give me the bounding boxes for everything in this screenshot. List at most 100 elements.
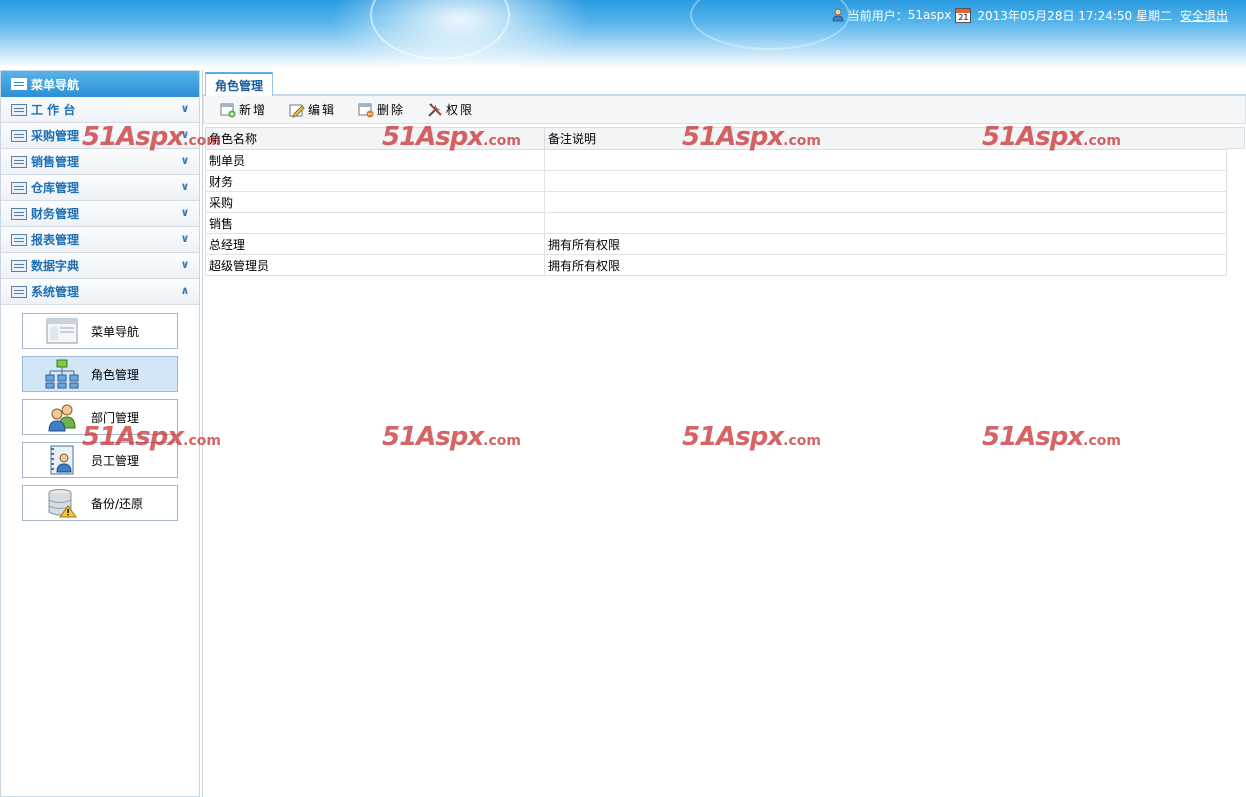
role-name-cell: 超级管理员 bbox=[205, 254, 545, 276]
role-name-cell: 销售 bbox=[205, 212, 545, 234]
add-button[interactable]: 新增 bbox=[220, 101, 267, 118]
banner-swirl bbox=[690, 0, 850, 50]
sidebar-item-label: 菜单导航 bbox=[91, 324, 140, 339]
header-banner: 当前用户： 51aspx 21 2013年05月28日 17:24:50 星期二… bbox=[0, 0, 1246, 68]
role-name-cell: 财务 bbox=[205, 170, 545, 192]
table-row[interactable]: 制单员 bbox=[205, 149, 1227, 171]
sidebar-item-employee-management[interactable]: 员工管理 bbox=[22, 442, 178, 478]
remark-cell: 拥有所有权限 bbox=[544, 233, 1227, 255]
sidebar-menu: 菜单导航 工 作 台 ∨ 采购管理 ∨ 销售管理 ∨ 仓库管理 ∨ 财务管理 ∨… bbox=[0, 70, 200, 797]
sidebar-group-label: 采购管理 bbox=[31, 129, 80, 143]
sidebar-group-warehouse[interactable]: 仓库管理 ∨ bbox=[1, 175, 199, 201]
table-row[interactable]: 财务 bbox=[205, 170, 1227, 192]
tools-icon bbox=[428, 102, 442, 117]
sidebar-group-label: 销售管理 bbox=[31, 155, 80, 169]
permission-button[interactable]: 权限 bbox=[427, 101, 474, 118]
sidebar-group-reports[interactable]: 报表管理 ∨ bbox=[1, 227, 199, 253]
table-row[interactable]: 销售 bbox=[205, 212, 1227, 234]
sidebar-title-label: 菜单导航 bbox=[31, 77, 80, 92]
sidebar-group-sales[interactable]: 销售管理 ∨ bbox=[1, 149, 199, 175]
role-table: 角色名称 备注说明 制单员 财务 采购 销售 总经理 拥有所有权限 超级管理员 … bbox=[205, 127, 1227, 276]
sidebar-group-label: 财务管理 bbox=[31, 207, 80, 221]
sidebar-group-workbench[interactable]: 工 作 台 ∨ bbox=[1, 97, 199, 123]
sidebar-group-label: 系统管理 bbox=[31, 285, 80, 299]
menu-list-icon bbox=[11, 207, 27, 220]
edit-button[interactable]: 编辑 bbox=[289, 101, 336, 118]
role-table-container: 角色名称 备注说明 制单员 财务 采购 销售 总经理 拥有所有权限 超级管理员 … bbox=[205, 127, 1245, 276]
window-icon bbox=[46, 318, 78, 344]
add-icon bbox=[220, 103, 236, 117]
delete-icon bbox=[358, 103, 374, 117]
chevron-double-down-icon: ∨ bbox=[180, 232, 190, 245]
chevron-double-down-icon: ∨ bbox=[180, 102, 190, 115]
sidebar-item-label: 部门管理 bbox=[91, 410, 140, 425]
menu-list-icon bbox=[11, 103, 27, 116]
menu-list-icon bbox=[11, 181, 27, 194]
remark-cell bbox=[544, 191, 1227, 213]
chevron-double-down-icon: ∨ bbox=[180, 128, 190, 141]
table-row[interactable]: 采购 bbox=[205, 191, 1227, 213]
chevron-double-down-icon: ∨ bbox=[180, 206, 190, 219]
chevron-double-down-icon: ∨ bbox=[180, 154, 190, 167]
user-icon bbox=[832, 8, 844, 22]
current-user-label: 当前用户： bbox=[847, 8, 908, 23]
org-chart-icon bbox=[45, 359, 79, 389]
sidebar-item-label: 角色管理 bbox=[91, 367, 140, 382]
menu-list-icon bbox=[11, 78, 27, 90]
tab-bar: 角色管理 bbox=[203, 70, 1246, 96]
remark-cell bbox=[544, 212, 1227, 234]
table-row[interactable]: 超级管理员 拥有所有权限 bbox=[205, 254, 1227, 276]
sidebar-group-finance[interactable]: 财务管理 ∨ bbox=[1, 201, 199, 227]
sidebar-group-label: 仓库管理 bbox=[31, 181, 80, 195]
column-header-remark[interactable]: 备注说明 bbox=[544, 127, 1227, 150]
menu-list-icon bbox=[11, 233, 27, 246]
sidebar-item-menu-nav[interactable]: 菜单导航 bbox=[22, 313, 178, 349]
column-header-role-name[interactable]: 角色名称 bbox=[205, 127, 545, 150]
chevron-double-down-icon: ∨ bbox=[180, 180, 190, 193]
sidebar-group-dictionary[interactable]: 数据字典 ∨ bbox=[1, 253, 199, 279]
role-name-cell: 制单员 bbox=[205, 149, 545, 171]
sidebar-item-department-management[interactable]: 部门管理 bbox=[22, 399, 178, 435]
calendar-icon: 21 bbox=[955, 7, 972, 23]
chevron-double-down-icon: ∨ bbox=[180, 258, 190, 271]
tab-role-management[interactable]: 角色管理 bbox=[205, 72, 273, 96]
remark-cell: 拥有所有权限 bbox=[544, 254, 1227, 276]
sidebar-group-system[interactable]: 系统管理 ∧ bbox=[1, 279, 199, 305]
table-header-scroll-cap bbox=[1226, 127, 1245, 149]
chevron-double-up-icon: ∧ bbox=[180, 284, 190, 297]
system-submenu: 菜单导航 角色管理 部门管理 员工管理 备份/还原 bbox=[1, 305, 199, 521]
edit-icon bbox=[289, 104, 305, 118]
sidebar-group-label: 报表管理 bbox=[31, 233, 80, 247]
database-warning-icon bbox=[48, 489, 77, 518]
sidebar-item-role-management[interactable]: 角色管理 bbox=[22, 356, 178, 392]
role-name-cell: 采购 bbox=[205, 191, 545, 213]
sidebar-group-label: 数据字典 bbox=[31, 259, 80, 273]
users-icon bbox=[48, 404, 76, 432]
menu-list-icon bbox=[11, 259, 27, 272]
current-username: 51aspx bbox=[907, 8, 952, 22]
menu-list-icon bbox=[11, 285, 27, 298]
toolbar: 新增 编辑 删除 权限 bbox=[203, 96, 1246, 124]
remark-cell bbox=[544, 149, 1227, 171]
edit-button-label: 编辑 bbox=[308, 103, 337, 117]
role-name-cell: 总经理 bbox=[205, 233, 545, 255]
delete-button[interactable]: 删除 bbox=[358, 101, 405, 118]
user-status-bar: 当前用户： 51aspx 21 2013年05月28日 17:24:50 星期二… bbox=[832, 7, 1228, 23]
sidebar-item-label: 备份/还原 bbox=[91, 496, 144, 511]
permission-button-label: 权限 bbox=[446, 103, 475, 117]
sidebar-item-backup-restore[interactable]: 备份/还原 bbox=[22, 485, 178, 521]
logout-link[interactable]: 安全退出 bbox=[1180, 7, 1228, 24]
menu-list-icon bbox=[11, 129, 27, 142]
table-header-row: 角色名称 备注说明 bbox=[205, 127, 1227, 150]
sidebar-group-label: 工 作 台 bbox=[31, 103, 76, 117]
datetime-display: 2013年05月28日 17:24:50 星期二 bbox=[977, 8, 1172, 23]
contact-book-icon bbox=[50, 445, 74, 475]
table-row[interactable]: 总经理 拥有所有权限 bbox=[205, 233, 1227, 255]
remark-cell bbox=[544, 170, 1227, 192]
delete-button-label: 删除 bbox=[377, 103, 406, 117]
sidebar-group-purchase[interactable]: 采购管理 ∨ bbox=[1, 123, 199, 149]
add-button-label: 新增 bbox=[239, 103, 268, 117]
menu-list-icon bbox=[11, 155, 27, 168]
sidebar-title: 菜单导航 bbox=[1, 71, 199, 97]
main-panel: 角色管理 新增 编辑 删除 权限 角色名称 备注说明 制单员 财务 采购 销售 … bbox=[202, 70, 1246, 797]
